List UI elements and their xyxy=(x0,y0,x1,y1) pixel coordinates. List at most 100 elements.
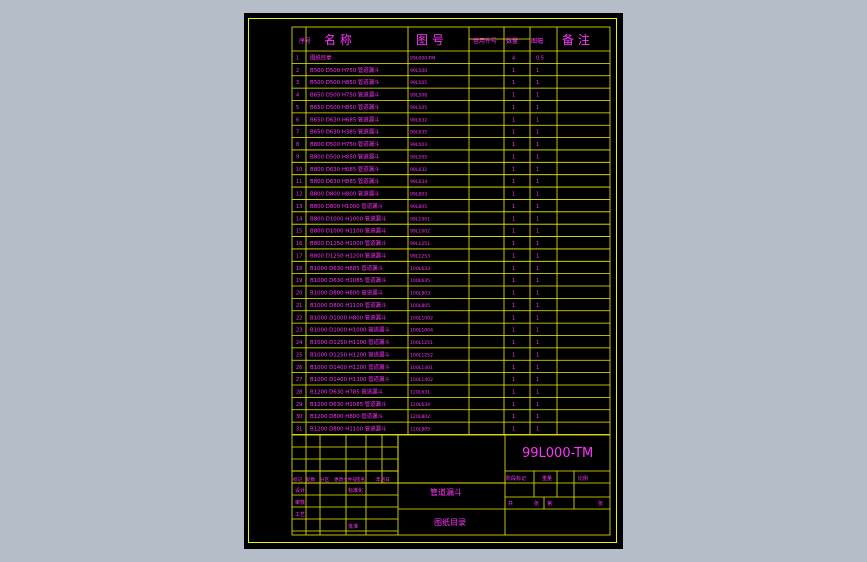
row-qty: 1 xyxy=(512,117,515,123)
row-code: 99L632 xyxy=(410,117,427,123)
header-reuse: 借用件号 xyxy=(473,37,497,45)
row-no: 3 xyxy=(296,80,299,86)
row-code: 100L1004 xyxy=(410,328,433,334)
row-size: 1 xyxy=(536,130,539,136)
row-code: 99L508 xyxy=(410,93,427,99)
row-qty: 1 xyxy=(512,365,515,371)
row-name: B500 D500 H850 管道漏斗 xyxy=(310,78,380,86)
row-name: B800 D630 H885 管道漏斗 xyxy=(310,177,380,185)
row-no: 28 xyxy=(296,389,302,395)
row-qty: 1 xyxy=(512,315,515,321)
row-name: B1000 D800 H800 管道漏斗 xyxy=(310,289,384,297)
row-size: 1 xyxy=(536,80,539,86)
row-size: 1 xyxy=(536,389,539,395)
label-design: 设计 xyxy=(295,487,305,494)
row-size: 1 xyxy=(536,365,539,371)
row-code: 100L635 xyxy=(410,278,430,284)
row-qty: 1 xyxy=(512,192,515,198)
table-rows: 1 图纸目录 99L000-TM 4 0.52 B500 D500 H750 管道漏斗 99… xyxy=(296,54,544,433)
row-code: 99L1002 xyxy=(410,229,430,235)
row-name: B1000 D1000 H1000 管道漏斗 xyxy=(310,326,390,334)
row-no: 4 xyxy=(296,93,299,99)
product-name: 管道漏斗 xyxy=(430,487,462,497)
row-name: B800 D1250 H1000 管道漏斗 xyxy=(310,239,387,247)
row-code: 120L634 xyxy=(410,402,430,408)
row-name: B1000 D1250 H1100 管道漏斗 xyxy=(310,338,390,346)
row-size: 1 xyxy=(536,253,539,259)
header-size: 图幅 xyxy=(531,37,543,45)
sheet-index: 第 xyxy=(547,500,552,507)
row-code: 99L1253 xyxy=(410,253,430,259)
row-qty: 1 xyxy=(512,229,515,235)
row-no: 2 xyxy=(296,68,299,74)
header-note: 备 注 xyxy=(562,32,590,47)
row-qty: 1 xyxy=(512,291,515,297)
row-code: 99L634 xyxy=(410,179,427,185)
row-no: 20 xyxy=(296,291,302,297)
row-no: 11 xyxy=(296,179,302,185)
header-no: 序号 xyxy=(299,37,311,45)
row-name: B800 D630 H685 管道漏斗 xyxy=(310,165,380,173)
row-size: 0.5 xyxy=(536,56,544,62)
drawing-sheet: 序号 名 称 图 号 借用件号 数量 图幅 备 注 1 图纸目录 99L000-TM… xyxy=(244,13,623,549)
row-qty: 1 xyxy=(512,130,515,136)
row-qty: 1 xyxy=(512,105,515,111)
row-qty: 1 xyxy=(512,303,515,309)
row-code: 99L1001 xyxy=(410,216,430,222)
row-size: 1 xyxy=(536,93,539,99)
row-code: 100L1402 xyxy=(410,377,433,383)
row-name: B800 D500 H750 管道漏斗 xyxy=(310,140,380,148)
row-qty: 1 xyxy=(512,278,515,284)
row-code: 100L1252 xyxy=(410,352,433,358)
sheet-unit-2: 张 xyxy=(598,500,603,507)
row-qty: 1 xyxy=(512,389,515,395)
row-name: B800 D1000 H1000 管道漏斗 xyxy=(310,214,387,222)
row-no: 13 xyxy=(296,204,302,210)
row-no: 10 xyxy=(296,167,302,173)
row-name: B650 D500 H850 管道漏斗 xyxy=(310,103,380,111)
row-qty: 1 xyxy=(512,414,515,420)
row-no: 15 xyxy=(296,229,302,235)
header-name: 名 称 xyxy=(324,32,352,47)
row-code: 99L505 xyxy=(410,80,427,86)
row-name: B1200 D630 H785 管道漏斗 xyxy=(310,387,384,395)
row-code: 120L805 xyxy=(410,427,430,433)
row-no: 5 xyxy=(296,105,299,111)
drawing-number: 99L000-TM xyxy=(522,446,593,461)
row-size: 1 xyxy=(536,179,539,185)
drawing-canvas: 序号 名 称 图 号 借用件号 数量 图幅 备 注 1 图纸目录 99L000-TM… xyxy=(291,26,611,536)
rev-header-cell: 分区 xyxy=(320,476,330,483)
row-qty: 1 xyxy=(512,266,515,272)
row-qty: 1 xyxy=(512,68,515,74)
row-code: 99L635 xyxy=(410,130,427,136)
row-qty: 1 xyxy=(512,204,515,210)
row-qty: 4 xyxy=(512,56,515,62)
row-no: 18 xyxy=(296,266,302,272)
row-code: 99L503 xyxy=(410,142,427,148)
row-size: 1 xyxy=(536,328,539,334)
row-no: 21 xyxy=(296,303,302,309)
row-code: 100L1251 xyxy=(410,340,433,346)
row-name: B1000 D630 H1085 管道漏斗 xyxy=(310,276,387,284)
row-size: 1 xyxy=(536,291,539,297)
row-qty: 1 xyxy=(512,427,515,433)
row-name: B800 D800 H1000 管道漏斗 xyxy=(310,202,384,210)
row-code: 100L1002 xyxy=(410,315,433,321)
row-no: 26 xyxy=(296,365,302,371)
row-qty: 1 xyxy=(512,179,515,185)
row-no: 14 xyxy=(296,216,302,222)
row-size: 1 xyxy=(536,216,539,222)
row-name: B1000 D1400 H1300 管道漏斗 xyxy=(310,375,390,383)
row-no: 27 xyxy=(296,377,302,383)
row-no: 6 xyxy=(296,117,299,123)
sheet-unit: 张 xyxy=(534,500,539,507)
row-qty: 1 xyxy=(512,167,515,173)
row-code: 100L1401 xyxy=(410,365,433,371)
row-size: 1 xyxy=(536,414,539,420)
row-code: 99L1251 xyxy=(410,241,430,247)
stage-mark: 阶段标记 xyxy=(506,475,526,482)
row-name: B1200 D800 H1100 管道漏斗 xyxy=(310,425,387,433)
row-name: B650 D630 H385 管道漏斗 xyxy=(310,128,380,136)
row-name: B1200 D800 H800 管道漏斗 xyxy=(310,412,384,420)
row-qty: 1 xyxy=(512,216,515,222)
